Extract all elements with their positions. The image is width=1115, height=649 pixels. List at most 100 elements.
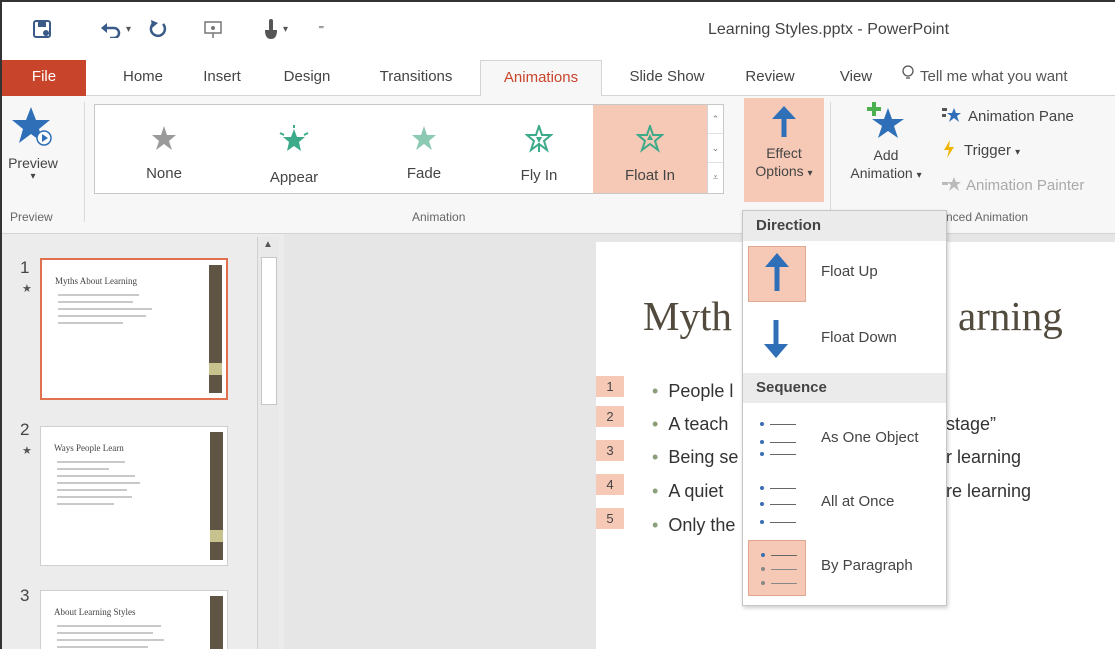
- animation-painter-button[interactable]: Animation Painter: [942, 176, 1084, 196]
- gallery-item-fly-in[interactable]: Fly In: [489, 105, 589, 193]
- fade-star-icon: [359, 125, 489, 157]
- tab-animations[interactable]: Animations: [480, 60, 602, 97]
- slideshow-icon[interactable]: [203, 14, 223, 44]
- ribbon: Preview ▾ Preview None Appear Fade Fly I…: [2, 96, 1115, 234]
- animation-painter-label: Animation Painter: [966, 176, 1085, 194]
- workspace: 1 ★ Myths About Learning 2 ★ Ways People…: [2, 234, 1115, 649]
- slide-thumbnail-3[interactable]: About Learning Styles: [40, 590, 228, 649]
- slide-title-right[interactable]: arning: [958, 292, 1063, 340]
- lightning-icon: [942, 140, 956, 162]
- bullet-2[interactable]: • A teach: [652, 414, 728, 435]
- animation-pane-icon: [942, 106, 962, 128]
- animation-gallery: None Appear Fade Fly In Float In ⌃ ⌄ ⩡: [94, 104, 724, 194]
- gallery-label: Appear: [269, 169, 319, 186]
- group-label-animation: Animation: [412, 210, 466, 224]
- separator: [830, 102, 831, 222]
- undo-dropdown-icon[interactable]: ▾: [126, 24, 131, 35]
- add-animation-label-2: Animation: [850, 165, 913, 181]
- trigger-button[interactable]: Trigger ▾: [942, 140, 1020, 162]
- undo-icon[interactable]: ▾: [100, 14, 131, 44]
- scroll-up-icon[interactable]: ▲: [263, 239, 273, 250]
- thumbnail-side-bar: [210, 596, 223, 649]
- customize-qat-icon[interactable]: ⁼: [318, 14, 324, 44]
- ribbon-tabs: File Home Insert Design Transitions Anim…: [2, 60, 1115, 97]
- all-at-once-icon: [748, 476, 806, 532]
- tab-home[interactable]: Home: [106, 60, 180, 96]
- tab-review[interactable]: Review: [730, 60, 810, 96]
- tab-insert[interactable]: Insert: [190, 60, 254, 96]
- title-bar: ▾ ▾ ⁼ Learning Styles.pptx - PowerPoint: [2, 2, 1115, 60]
- fly-in-star-icon: [489, 122, 589, 159]
- menu-item-by-paragraph[interactable]: By Paragraph: [743, 537, 946, 597]
- touch-mode-dropdown-icon[interactable]: ▾: [283, 24, 288, 35]
- bullet-4-right[interactable]: re learning: [946, 481, 1031, 502]
- gallery-scrollbar[interactable]: ⌃ ⌄ ⩡: [707, 105, 723, 193]
- window-title: Learning Styles.pptx - PowerPoint: [708, 21, 950, 38]
- slide-number: 2: [20, 420, 30, 439]
- bullet-5[interactable]: • Only the: [652, 515, 735, 536]
- effect-options-button[interactable]: Effect Options ▾: [744, 98, 824, 202]
- gallery-item-appear[interactable]: Appear: [229, 105, 359, 193]
- animation-tag[interactable]: 1: [596, 376, 624, 397]
- bullet-4[interactable]: • A quiet: [652, 481, 723, 502]
- slide-number: 3: [20, 586, 30, 605]
- effect-options-label-1: Effect: [766, 145, 802, 161]
- slide-title-left[interactable]: Myth: [643, 292, 732, 340]
- preview-button[interactable]: Preview ▾: [4, 102, 62, 202]
- menu-label: Float Up: [821, 263, 878, 280]
- bullet-3-right[interactable]: r learning: [946, 447, 1021, 468]
- preview-star-icon: [4, 104, 62, 151]
- slide-thumbnail-2[interactable]: Ways People Learn: [40, 426, 228, 566]
- menu-header-direction: Direction: [743, 211, 946, 241]
- thumbnail-body: [58, 294, 188, 329]
- thumbnail-side-bar: [209, 265, 222, 393]
- tab-view[interactable]: View: [824, 60, 888, 96]
- menu-label: All at Once: [821, 493, 895, 510]
- menu-header-sequence: Sequence: [743, 373, 946, 403]
- animation-painter-icon: [942, 176, 962, 196]
- tab-file[interactable]: File: [2, 60, 86, 96]
- menu-label: By Paragraph: [821, 557, 913, 574]
- tell-me-box[interactable]: Tell me what you want: [902, 60, 1068, 96]
- add-animation-dropdown-icon: ▾: [916, 170, 922, 181]
- menu-item-as-one-object[interactable]: As One Object: [743, 409, 946, 469]
- gallery-scroll-up-icon[interactable]: ⌃: [708, 105, 723, 134]
- menu-item-all-at-once[interactable]: All at Once: [743, 473, 946, 533]
- tab-slide-show[interactable]: Slide Show: [612, 60, 722, 96]
- thumbnail-scrollbar[interactable]: ▲: [257, 237, 279, 649]
- menu-item-float-down[interactable]: Float Down: [743, 309, 946, 369]
- gallery-item-float-in[interactable]: Float In: [593, 105, 707, 193]
- gallery-item-fade[interactable]: Fade: [359, 105, 489, 193]
- trigger-dropdown-icon: ▾: [1015, 146, 1021, 158]
- menu-item-float-up[interactable]: Float Up: [743, 243, 946, 303]
- slide-thumbnail-1[interactable]: Myths About Learning: [40, 258, 228, 400]
- gallery-scroll-down-icon[interactable]: ⌄: [708, 134, 723, 163]
- tab-transitions[interactable]: Transitions: [360, 60, 472, 96]
- thumbnail-title: Ways People Learn: [54, 443, 124, 453]
- none-star-icon: [99, 125, 229, 157]
- bullet-3[interactable]: • Being se: [652, 447, 738, 468]
- animation-tag[interactable]: 3: [596, 440, 624, 461]
- thumbnail-body: [57, 461, 187, 510]
- add-animation-button[interactable]: Add Animation ▾: [836, 98, 936, 202]
- add-animation-label-1: Add: [873, 147, 899, 163]
- animation-tag[interactable]: 5: [596, 508, 624, 529]
- scrollbar-thumb[interactable]: [261, 257, 277, 405]
- save-icon[interactable]: [32, 14, 52, 44]
- redo-icon[interactable]: [149, 14, 167, 44]
- tab-design[interactable]: Design: [270, 60, 344, 96]
- float-up-arrow-icon: [748, 246, 806, 302]
- slide-number: 1: [20, 258, 30, 277]
- effect-options-dropdown-icon: ▾: [807, 168, 813, 179]
- touch-mode-icon[interactable]: ▾: [263, 14, 288, 44]
- thumbnail-title: Myths About Learning: [55, 276, 137, 286]
- bullet-1[interactable]: • People l: [652, 381, 733, 402]
- gallery-more-icon[interactable]: ⩡: [708, 163, 723, 192]
- slide-thumbnail-pane: 1 ★ Myths About Learning 2 ★ Ways People…: [2, 234, 284, 649]
- bullet-2-right[interactable]: stage”: [946, 414, 996, 435]
- animation-tag[interactable]: 2: [596, 406, 624, 427]
- animation-pane-button[interactable]: Animation Pane: [942, 106, 1074, 128]
- gallery-item-none[interactable]: None: [99, 105, 229, 193]
- gallery-label: None: [146, 165, 182, 182]
- animation-tag[interactable]: 4: [596, 474, 624, 495]
